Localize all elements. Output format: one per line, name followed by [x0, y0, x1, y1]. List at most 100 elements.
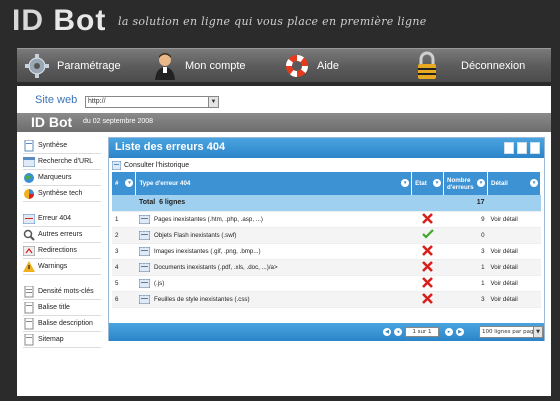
error-count: 1 — [443, 259, 488, 276]
voir-detail-link[interactable]: Voir détail — [487, 259, 541, 276]
site-web-value: http:// — [88, 98, 106, 105]
flash-icon — [138, 230, 150, 240]
sidebar-item-recherche-url[interactable]: Recherche d'URL — [23, 154, 101, 170]
sidebar-item-label: Marqueurs — [38, 174, 72, 181]
sort-icon: ▾ — [401, 179, 410, 187]
sidebar-item-sitemap[interactable]: Sitemap — [23, 332, 101, 348]
sidebar-item-label: Warnings — [38, 263, 68, 270]
table-row: 1 Pages inexistantes (.htm, .php, .asp, .… — [112, 211, 541, 228]
menu-mon-compte[interactable]: Mon compte — [151, 49, 246, 83]
document-icon — [23, 285, 35, 298]
last-page-icon[interactable]: ▶ — [456, 328, 464, 336]
menu-parametrage[interactable]: Paramétrage — [23, 49, 121, 83]
historique-link[interactable]: Consulter l'historique — [112, 161, 189, 170]
first-page-icon[interactable]: ◀ — [383, 328, 391, 336]
sidebar-item-label: Autres erreurs — [38, 231, 83, 238]
row-num: 6 — [112, 291, 136, 308]
col-header-type[interactable]: Type d'erreur 404 ▾ — [135, 172, 413, 195]
total-label: Total — [138, 199, 156, 207]
document-icon — [23, 301, 35, 314]
table-row: 6 Feuilles de style inexistantes (.css) 3 V… — [112, 291, 541, 308]
col-header-num[interactable]: # ▾ — [112, 172, 137, 195]
col-header-etat[interactable]: Etat ▾ — [411, 172, 445, 195]
footer — [17, 396, 551, 401]
css-icon — [138, 294, 150, 304]
table-row: 3 Images inexistantes (.gif, .png, .bmp..… — [112, 243, 541, 260]
per-page-select[interactable]: 100 lignes par page ▼ — [479, 326, 543, 338]
sidebar-item-autres-erreurs[interactable]: Autres erreurs — [23, 227, 101, 243]
app-logo[interactable]: ID Bot — [12, 4, 106, 38]
col-header-nombre[interactable]: Nombre d'erreurs ▾ — [443, 172, 489, 195]
page-title: ID Bot — [31, 114, 73, 130]
redirect-icon — [23, 245, 35, 257]
row-num: 1 — [112, 211, 136, 228]
voir-detail-link[interactable]: Voir détail — [487, 243, 541, 260]
total-row: Total 6 lignes 17 — [112, 195, 541, 212]
row-num: 4 — [112, 259, 136, 276]
error-count: 3 — [443, 291, 488, 308]
image-icon — [138, 246, 150, 256]
sidebar-item-synthese-tech[interactable]: Synthèse tech — [23, 186, 101, 202]
page-icon — [138, 214, 150, 224]
menu-label: Aide — [317, 60, 340, 72]
document-icon — [23, 333, 35, 346]
sidebar-item-redirections[interactable]: Redirections — [23, 243, 101, 259]
page-input[interactable]: 1 sur 1 — [405, 327, 439, 337]
errors-table: # ▾ Type d'erreur 404 ▾ Etat ▾ Nombre d'err… — [112, 172, 541, 308]
error-icon — [411, 243, 444, 260]
document-icon — [23, 317, 35, 330]
menu-label: Déconnexion — [461, 60, 526, 72]
row-num: 3 — [112, 243, 136, 260]
lifebuoy-icon — [283, 52, 311, 80]
sidebar-item-label: Erreur 404 — [38, 215, 72, 222]
report-title-bar: ID Bot du 02 septembre 2008 — [17, 113, 551, 132]
export-pdf-icon[interactable] — [504, 142, 514, 154]
sidebar-item-balise-description[interactable]: Balise description — [23, 316, 101, 332]
error-icon — [411, 275, 444, 292]
sidebar-item-densite[interactable]: Densité mots-clés — [23, 284, 101, 300]
total-lignes: 6 lignes — [159, 199, 186, 207]
table-row: 2 Objets Flash inexistants (.swf) 0 — [112, 227, 541, 244]
sidebar: Synthèse Recherche d'URL Marqueurs Synth… — [23, 138, 101, 348]
next-page-icon[interactable]: ▸ — [445, 328, 453, 336]
gear-icon — [23, 52, 51, 80]
menu-aide[interactable]: Aide — [283, 49, 339, 83]
error-count: 0 — [443, 227, 488, 244]
page-error-icon — [23, 213, 35, 225]
sidebar-item-marqueurs[interactable]: Marqueurs — [23, 170, 101, 186]
sort-icon: ▾ — [477, 179, 486, 187]
per-page-value: 100 lignes par page — [482, 329, 537, 335]
sidebar-item-label: Synthèse — [38, 142, 68, 149]
error-type: Pages inexistantes (.htm, .php, .asp, ..… — [153, 215, 263, 223]
site-selector-bar: Site web http:// ▼ — [17, 86, 551, 112]
menu-deconnexion[interactable]: Déconnexion — [413, 49, 525, 83]
sidebar-item-erreur-404[interactable]: Erreur 404 — [23, 211, 101, 227]
document-icon — [138, 262, 150, 272]
sidebar-item-label: Densité mots-clés — [38, 288, 94, 295]
prev-page-icon[interactable]: ◂ — [394, 328, 402, 336]
panel-header: Liste des erreurs 404 — [109, 138, 544, 158]
tagline: la solution en ligne qui vous place en p… — [118, 15, 427, 28]
voir-detail-link[interactable]: Voir détail — [487, 291, 541, 308]
error-icon — [411, 291, 444, 308]
voir-detail-link[interactable]: Voir détail — [487, 211, 541, 228]
error-icon — [411, 211, 444, 228]
main-page: Site web http:// ▼ ID Bot du 02 septembr… — [17, 86, 551, 401]
logo-id: ID — [12, 4, 44, 37]
col-header-detail[interactable]: Détail ▾ — [487, 172, 541, 195]
sidebar-item-synthese[interactable]: Synthèse — [23, 138, 101, 154]
print-icon[interactable] — [530, 142, 540, 154]
error-type: (.js) — [153, 279, 165, 287]
table-header-row: # ▾ Type d'erreur 404 ▾ Etat ▾ Nombre d'err… — [112, 172, 541, 195]
javascript-icon — [138, 278, 150, 288]
sidebar-item-warnings[interactable]: Warnings — [23, 259, 101, 275]
voir-detail-link[interactable]: Voir détail — [487, 275, 541, 292]
error-type: Feuilles de style inexistantes (.css) — [153, 295, 250, 303]
site-web-select[interactable]: http:// ▼ — [85, 96, 219, 108]
sidebar-item-label: Sitemap — [38, 336, 64, 343]
sidebar-item-balise-title[interactable]: Balise title — [23, 300, 101, 316]
export-excel-icon[interactable] — [517, 142, 527, 154]
row-num: 2 — [112, 227, 136, 244]
header-banner: ID Bot la solution en ligne qui vous pla… — [0, 0, 560, 46]
total-count: 17 — [443, 195, 488, 212]
